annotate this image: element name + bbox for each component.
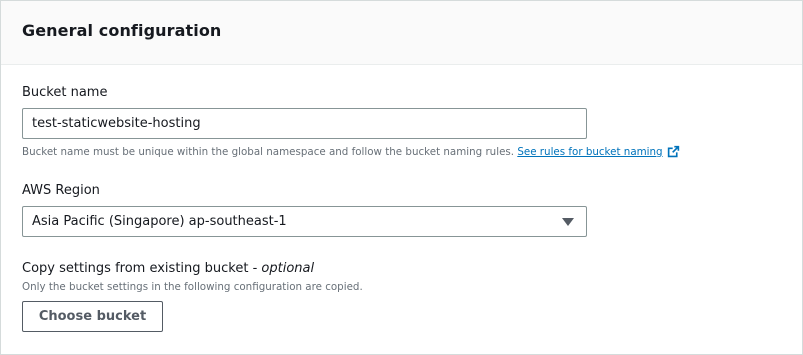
bucket-naming-rules-link-text: See rules for bucket naming — [517, 146, 663, 158]
bucket-naming-rules-link[interactable]: See rules for bucket naming — [517, 145, 680, 161]
bucket-name-hint-text: Bucket name must be unique within the gl… — [22, 146, 515, 158]
bucket-name-input[interactable] — [22, 108, 587, 139]
optional-label: optional — [261, 261, 315, 276]
caret-down-icon — [562, 217, 574, 226]
external-link-icon — [667, 145, 680, 161]
bucket-name-hint: Bucket name must be unique within the gl… — [22, 145, 680, 161]
choose-bucket-button[interactable]: Choose bucket — [22, 301, 163, 332]
aws-region-selected: Asia Pacific (Singapore) ap-southeast-1 — [32, 214, 287, 229]
copy-settings-label: Copy settings from existing bucket - opt… — [22, 261, 314, 276]
panel-header: General configuration — [1, 1, 802, 65]
copy-settings-hint: Only the bucket settings in the followin… — [22, 281, 363, 293]
general-configuration-panel: General configuration Bucket name Bucket… — [0, 0, 803, 355]
copy-settings-label-text: Copy settings from existing bucket - — [22, 261, 262, 276]
panel-title: General configuration — [22, 21, 222, 40]
aws-region-label: AWS Region — [22, 183, 100, 198]
aws-region-select[interactable]: Asia Pacific (Singapore) ap-southeast-1 — [22, 206, 587, 237]
bucket-name-label: Bucket name — [22, 85, 108, 100]
